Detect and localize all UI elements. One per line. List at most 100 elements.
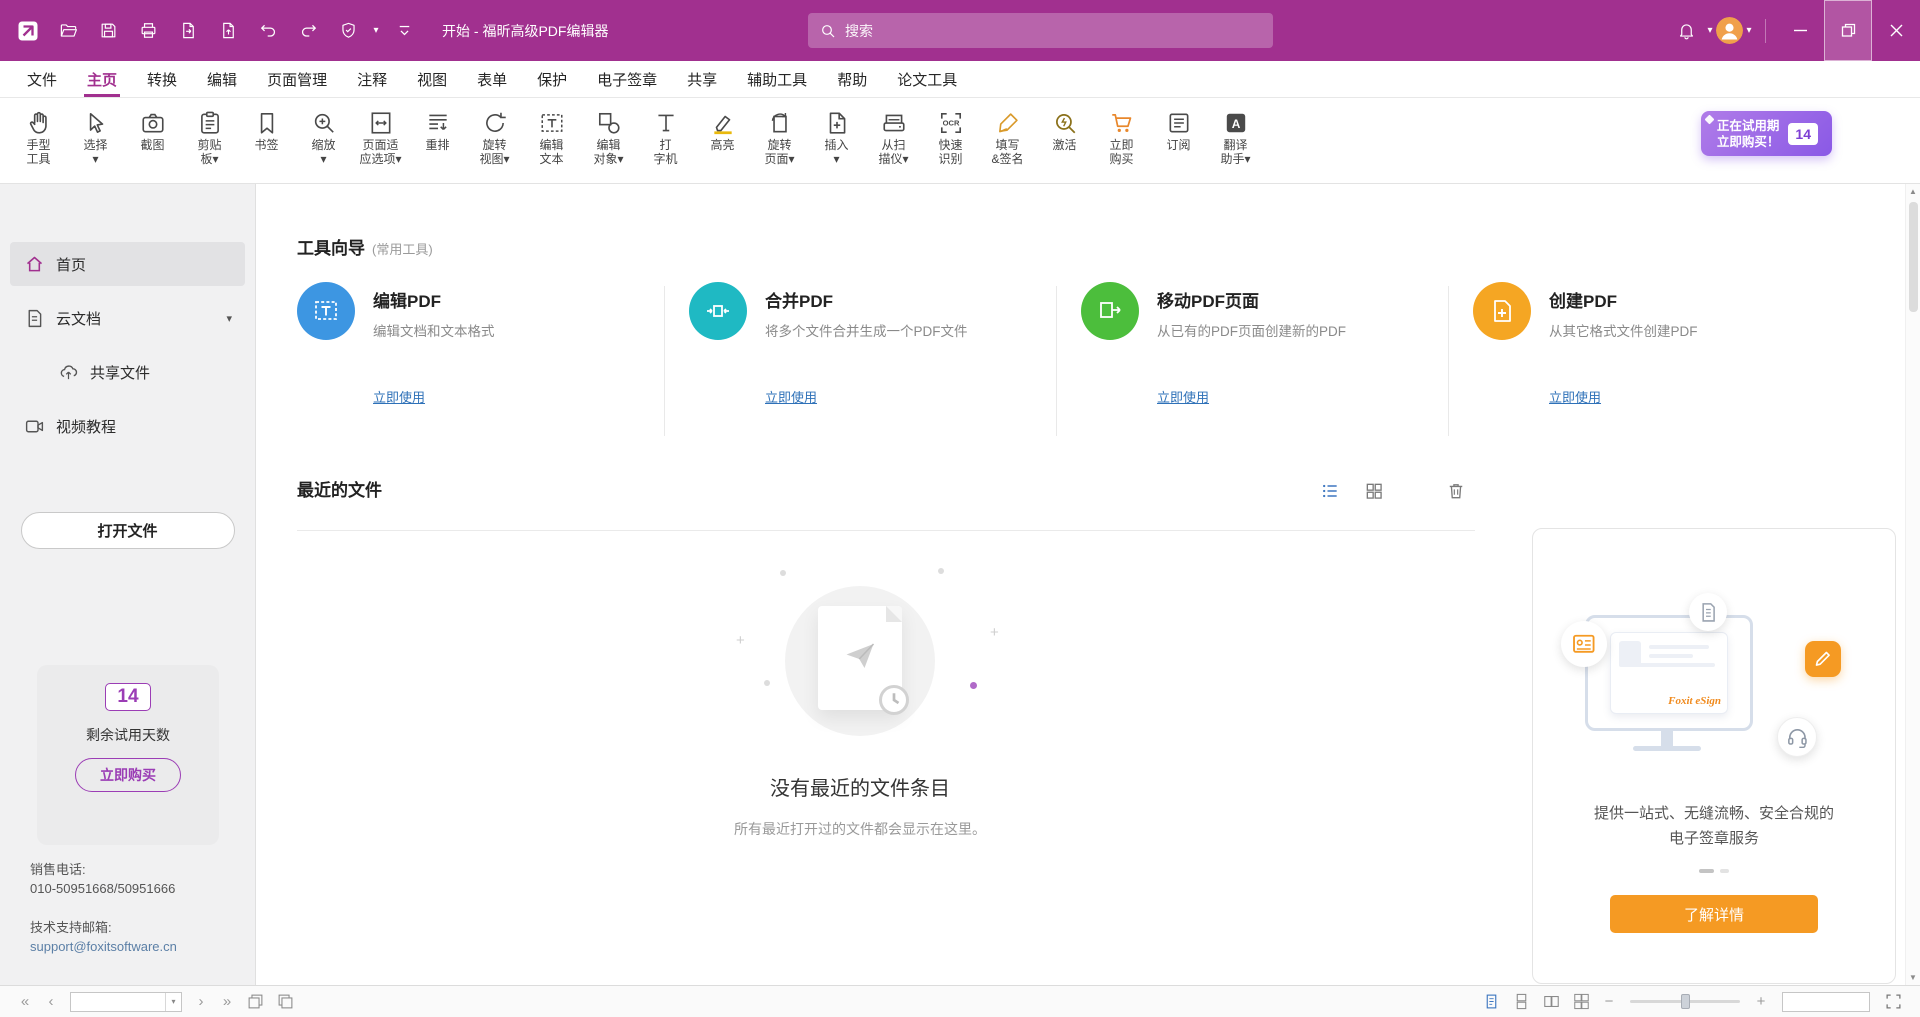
scroll-down-icon[interactable]: ▼ — [1906, 970, 1920, 985]
chevron-down-icon[interactable]: ▾ — [165, 993, 181, 1011]
sidebar-item-0[interactable]: 首页 — [10, 242, 245, 286]
next-page-icon[interactable]: › — [188, 993, 214, 1010]
tool-card-edit-pdf[interactable]: 编辑PDF编辑文档和文本格式立即使用 — [297, 282, 658, 436]
menu-item-0[interactable]: 文件 — [12, 61, 72, 97]
ribbon-item-reflow[interactable]: 重排 — [409, 105, 466, 166]
ribbon-item-edit-text[interactable]: 编辑文本 — [523, 105, 580, 166]
prev-page-icon[interactable]: ‹ — [38, 993, 64, 1010]
menu-item-1[interactable]: 主页 — [72, 61, 132, 97]
ribbon-item-bookmark[interactable]: 书签 — [238, 105, 295, 166]
ribbon-item-insert[interactable]: 插入▾ — [808, 105, 865, 166]
menu-item-9[interactable]: 电子签章 — [582, 61, 672, 97]
scrollbar-thumb[interactable] — [1909, 202, 1918, 312]
menu-item-13[interactable]: 论文工具 — [882, 61, 972, 97]
chevron-down-icon[interactable]: ▾ — [1743, 25, 1755, 36]
ribbon-item-translate[interactable]: A翻译助手▾ — [1207, 105, 1264, 166]
ribbon-item-highlight[interactable]: 高亮 — [694, 105, 751, 166]
restore-button[interactable] — [1824, 0, 1872, 61]
chevron-down-icon[interactable]: ▾ — [1704, 25, 1716, 36]
tool-card-move-pdf[interactable]: 移动PDF页面从已有的PDF页面创建新的PDF立即使用 — [1081, 282, 1442, 436]
ribbon-item-subscribe[interactable]: 订阅 — [1150, 105, 1207, 166]
sidebar-item-2[interactable]: 共享文件 — [44, 350, 245, 394]
ribbon-item-zoom[interactable]: 缩放▾ — [295, 105, 352, 166]
page-number-input[interactable] — [71, 993, 165, 1011]
vertical-scrollbar[interactable]: ▲ ▼ — [1905, 184, 1920, 985]
toolbar-options-icon[interactable] — [386, 12, 422, 50]
notifications-bell-icon[interactable] — [1668, 12, 1704, 50]
fit-screen-icon[interactable] — [1881, 990, 1905, 1014]
ribbon-item-activate[interactable]: 激活 — [1036, 105, 1093, 166]
sidebar-item-3[interactable]: 视频教程 — [10, 404, 245, 448]
facing-view-icon[interactable] — [1539, 990, 1563, 1014]
learn-more-button[interactable]: 了解详情 — [1610, 895, 1818, 933]
menu-item-5[interactable]: 注释 — [342, 61, 402, 97]
ribbon-item-cart[interactable]: 立即购买 — [1093, 105, 1150, 166]
share-doc-icon[interactable] — [210, 12, 246, 50]
user-avatar[interactable] — [1716, 17, 1743, 44]
zoom-slider[interactable] — [1630, 1000, 1740, 1003]
ribbon-item-edit-object[interactable]: 编辑对象▾ — [580, 105, 637, 166]
list-view-icon[interactable] — [1318, 479, 1342, 503]
print-icon[interactable] — [130, 12, 166, 50]
zoom-level-input[interactable] — [1783, 993, 1869, 1011]
zoom-out-icon[interactable]: − — [1596, 993, 1622, 1010]
facing-continuous-view-icon[interactable] — [1569, 990, 1593, 1014]
use-now-link[interactable]: 立即使用 — [1157, 387, 1209, 406]
ribbon-item-rotate-view[interactable]: 旋转视图▾ — [466, 105, 523, 166]
ribbon-item-select[interactable]: 选择▾ — [67, 105, 124, 166]
menu-item-12[interactable]: 帮助 — [822, 61, 882, 97]
last-page-icon[interactable]: » — [214, 993, 240, 1010]
buy-now-button[interactable]: 立即购买 — [75, 758, 181, 792]
zoom-slider-thumb[interactable] — [1681, 994, 1690, 1009]
export-doc-icon[interactable] — [170, 12, 206, 50]
open-file-icon[interactable] — [50, 12, 86, 50]
protect-tool-icon[interactable] — [330, 12, 366, 50]
open-file-button[interactable]: 打开文件 — [21, 512, 235, 549]
support-email-link[interactable]: support@foxitsoftware.cn — [30, 937, 177, 956]
carousel-dots[interactable] — [1533, 869, 1895, 873]
tool-card-merge-pdf[interactable]: 合并PDF将多个文件合并生成一个PDF文件立即使用 — [689, 282, 1050, 436]
use-now-link[interactable]: 立即使用 — [765, 387, 817, 406]
menu-item-10[interactable]: 共享 — [672, 61, 732, 97]
foxit-logo[interactable] — [10, 12, 46, 50]
save-icon[interactable] — [90, 12, 126, 50]
chevron-down-icon[interactable]: ▾ — [226, 312, 232, 325]
ribbon-item-ocr[interactable]: OCR快速识别 — [922, 105, 979, 166]
ribbon-item-fill-sign[interactable]: 填写&签名 — [979, 105, 1036, 166]
sidebar-item-1[interactable]: 云文档▾ — [10, 296, 245, 340]
trash-icon[interactable] — [1444, 479, 1468, 503]
ribbon-item-snapshot[interactable]: 截图 — [124, 105, 181, 166]
redo-icon[interactable] — [290, 12, 326, 50]
undo-icon[interactable] — [250, 12, 286, 50]
menu-item-11[interactable]: 辅助工具 — [732, 61, 822, 97]
zoom-in-icon[interactable]: + — [1748, 993, 1774, 1010]
search-input[interactable] — [845, 23, 1261, 39]
ribbon-item-typewriter[interactable]: 打字机 — [637, 105, 694, 166]
ribbon-item-clipboard[interactable]: 剪贴板▾ — [181, 105, 238, 166]
chevron-down-icon[interactable]: ▾ — [370, 25, 382, 36]
menu-item-7[interactable]: 表单 — [462, 61, 522, 97]
menu-item-2[interactable]: 转换 — [132, 61, 192, 97]
ribbon-item-scanner[interactable]: 从扫描仪▾ — [865, 105, 922, 166]
scroll-up-icon[interactable]: ▲ — [1906, 184, 1920, 199]
grid-view-icon[interactable] — [1362, 479, 1386, 503]
use-now-link[interactable]: 立即使用 — [1549, 387, 1601, 406]
ribbon-item-hand[interactable]: 手型工具 — [10, 105, 67, 166]
menu-item-4[interactable]: 页面管理 — [252, 61, 342, 97]
next-view-icon[interactable] — [273, 990, 297, 1014]
first-page-icon[interactable]: « — [12, 993, 38, 1010]
search-box[interactable] — [808, 13, 1273, 48]
single-page-view-icon[interactable] — [1479, 990, 1503, 1014]
menu-item-6[interactable]: 视图 — [402, 61, 462, 97]
prev-view-icon[interactable] — [243, 990, 267, 1014]
menu-item-3[interactable]: 编辑 — [192, 61, 252, 97]
ribbon-item-rotate-page[interactable]: 旋转页面▾ — [751, 105, 808, 166]
trial-upgrade-badge[interactable]: 正在试用期 立即购买！ 14 — [1701, 111, 1832, 156]
menu-item-8[interactable]: 保护 — [522, 61, 582, 97]
ribbon-item-fit-page[interactable]: 页面适应选项▾ — [352, 105, 409, 166]
minimize-button[interactable] — [1776, 0, 1824, 61]
continuous-view-icon[interactable] — [1509, 990, 1533, 1014]
close-button[interactable] — [1872, 0, 1920, 61]
use-now-link[interactable]: 立即使用 — [373, 387, 425, 406]
tool-card-create-pdf[interactable]: 创建PDF从其它格式文件创建PDF立即使用 — [1473, 282, 1834, 436]
